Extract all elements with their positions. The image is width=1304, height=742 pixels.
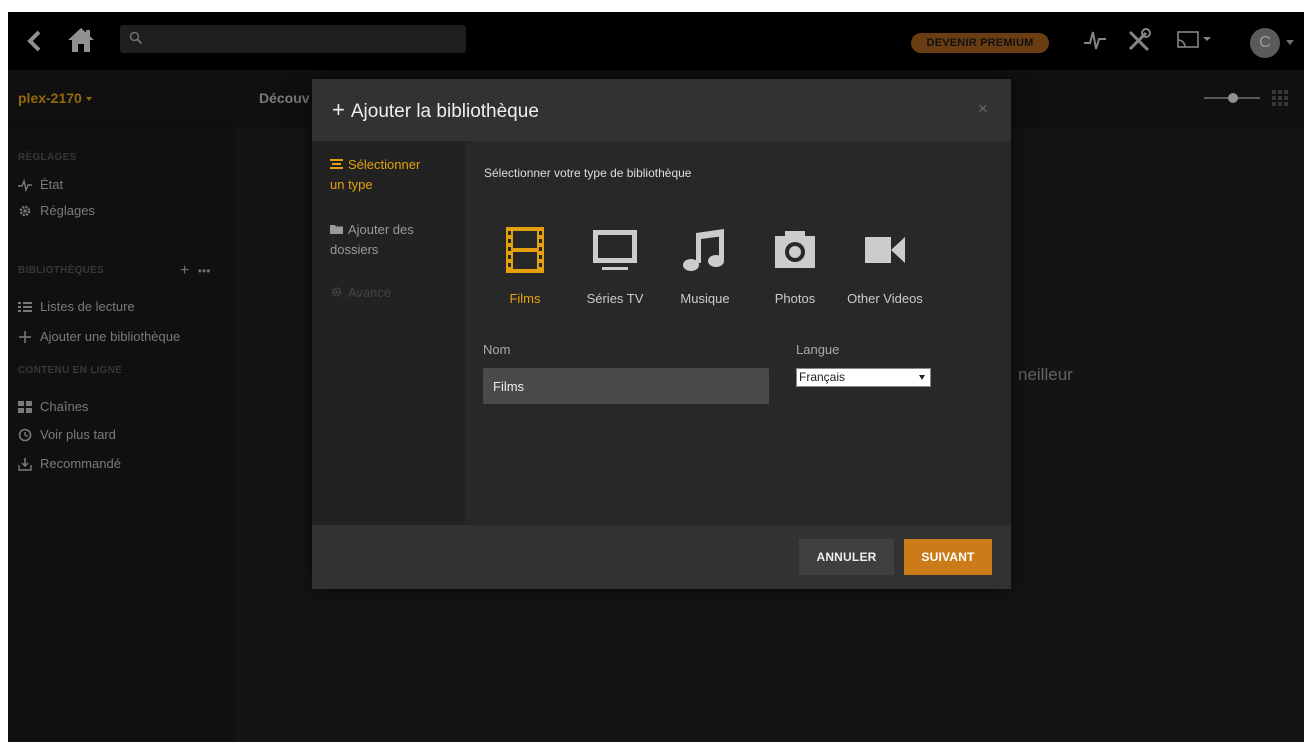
library-name-input[interactable] [483,368,769,404]
type-label: Films [509,291,541,306]
type-movies[interactable]: Films [480,225,570,306]
name-label: Nom [483,342,511,357]
tv-icon [593,230,637,270]
add-library-dialog: + Ajouter la bibliothèque × Sélectionner … [312,79,1011,589]
dialog-header: + Ajouter la bibliothèque × [312,79,1011,141]
type-music[interactable]: Musique [660,225,750,306]
list-lines-icon [330,159,343,169]
type-label: Photos [774,291,816,306]
step-label: Sélectionner [348,157,421,172]
folder-icon [330,225,343,234]
dialog-title-text: Ajouter la bibliothèque [350,101,539,122]
type-label: Other Videos [847,291,923,306]
step-advanced: Avancé [330,283,391,303]
type-other-videos[interactable]: Other Videos [840,225,930,306]
type-tv-shows[interactable]: Séries TV [570,225,660,306]
dialog-footer: ANNULER SUIVANT [312,525,1011,589]
language-select[interactable]: Français [796,368,931,387]
language-value: Français [799,370,846,384]
type-label: Musique [680,291,730,306]
plus-icon: + [332,97,345,122]
dialog-subtitle: Sélectionner votre type de bibliothèque [484,166,692,180]
step-label: un type [330,177,373,192]
language-label: Langue [796,342,840,357]
type-photos[interactable]: Photos [750,225,840,306]
close-icon[interactable]: × [978,99,988,119]
wizard-steps: Sélectionner un type Ajouter des dossier… [312,141,465,525]
app-window: DEVENIR PREMIUM C plex-2170 Découv RÉGLA… [8,12,1304,742]
dialog-body: Sélectionner votre type de bibliothèque … [465,141,1011,525]
dialog-title: + Ajouter la bibliothèque [332,97,539,123]
type-label: Séries TV [586,291,644,306]
step-add-folders[interactable]: Ajouter des dossiers [330,220,414,260]
film-icon [506,227,544,273]
step-select-type[interactable]: Sélectionner un type [330,155,420,195]
camera-icon [775,231,815,268]
cancel-button[interactable]: ANNULER [799,539,894,575]
step-label: dossiers [330,242,379,257]
step-label: Ajouter des [348,222,414,237]
step-label: Avancé [348,285,392,300]
gear-icon [331,287,342,297]
video-camera-icon [865,237,905,263]
chevron-down-icon [919,375,925,380]
music-note-icon [683,229,724,271]
next-button[interactable]: SUIVANT [904,539,992,575]
